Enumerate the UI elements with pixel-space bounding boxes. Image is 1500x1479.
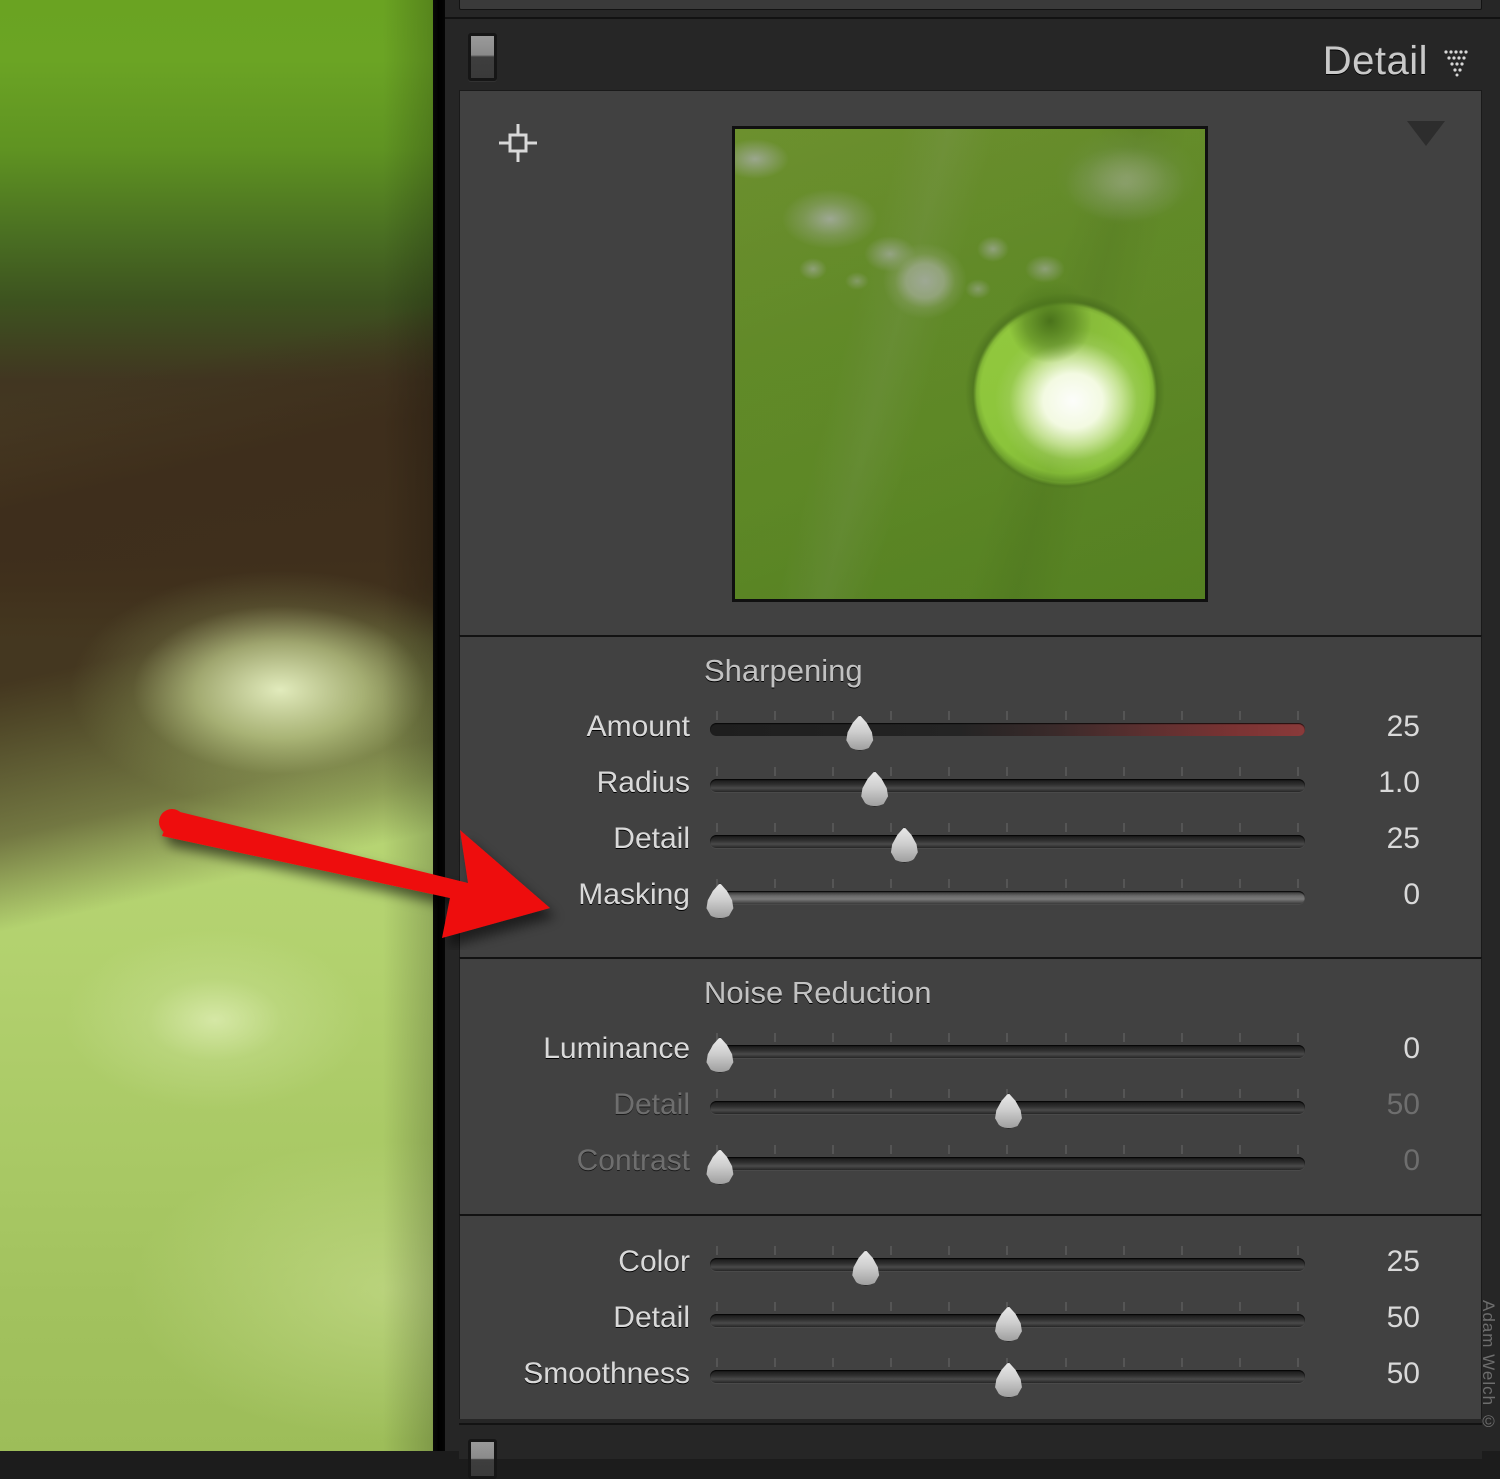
photo-panel-divider [433, 0, 445, 1451]
previous-panel-sliver [459, 0, 1482, 10]
slider-value-color[interactable]: 25 [1320, 1245, 1420, 1279]
detail-panel: Detail Sharpening Amount 25 Radius 1.0 D… [445, 0, 1500, 1479]
slider-row-color[interactable]: Color 25 [460, 1234, 1481, 1290]
slider-track-amount[interactable] [710, 723, 1305, 736]
slider-control-luminance-contrast[interactable] [706, 1133, 1305, 1189]
photographer-watermark: Adam Welch © [1479, 1300, 1498, 1432]
slider-knob-radius[interactable] [861, 771, 889, 807]
slider-control-amount[interactable] [710, 699, 1305, 755]
panel-enable-switch[interactable] [468, 33, 497, 81]
page-title: Detail [1322, 39, 1428, 83]
section-heading-sharpening: Sharpening [704, 653, 863, 688]
slider-knob-masking[interactable] [706, 883, 734, 919]
slider-control-sharpen-detail[interactable] [710, 811, 1305, 867]
slider-label-radius: Radius [596, 766, 690, 799]
color-noise-section: Color 25 Detail 50 Smoothness 50 [459, 1214, 1482, 1422]
slider-row-luminance-contrast[interactable]: Contrast 0 [460, 1133, 1481, 1189]
slider-label-luminance-contrast: Contrast [576, 1144, 690, 1177]
slider-row-smoothness[interactable]: Smoothness 50 [460, 1346, 1481, 1402]
slider-track-luminance-contrast[interactable] [710, 1157, 1305, 1170]
slider-track-sharpen-detail[interactable] [710, 835, 1305, 848]
dotted-triangle-icon[interactable] [1442, 47, 1472, 77]
slider-track-luminance[interactable] [710, 1045, 1305, 1058]
slider-label-masking: Masking [578, 878, 690, 911]
noise-reduction-section: Noise Reduction Luminance 0 Detail 50 Co… [459, 957, 1482, 1217]
slider-control-luminance[interactable] [706, 1021, 1305, 1077]
slider-value-luminance[interactable]: 0 [1320, 1032, 1420, 1066]
slider-control-smoothness[interactable] [710, 1346, 1305, 1402]
section-heading-noise-reduction: Noise Reduction [704, 975, 932, 1010]
slider-row-sharpen-detail[interactable]: Detail 25 [460, 811, 1481, 867]
slider-label-luminance: Luminance [543, 1032, 690, 1065]
slider-knob-luminance-detail[interactable] [995, 1093, 1022, 1129]
slider-control-color-detail[interactable] [710, 1290, 1305, 1346]
slider-value-radius[interactable]: 1.0 [1320, 766, 1420, 800]
detail-preview-thumbnail[interactable] [732, 126, 1208, 602]
slider-control-radius[interactable] [710, 755, 1305, 811]
slider-control-color[interactable] [710, 1234, 1305, 1290]
slider-row-luminance[interactable]: Luminance 0 [460, 1021, 1481, 1077]
panel-bottom-divider [459, 1423, 1482, 1425]
slider-track-masking[interactable] [710, 891, 1305, 904]
slider-label-color: Color [618, 1245, 690, 1278]
slider-label-color-detail: Detail [613, 1301, 690, 1334]
slider-row-masking[interactable]: Masking 0 [460, 867, 1481, 923]
slider-track-color[interactable] [710, 1258, 1305, 1271]
triangle-down-icon[interactable] [1407, 121, 1445, 146]
panel-top-divider [445, 17, 1500, 19]
slider-ticks [716, 1246, 1299, 1255]
slider-control-luminance-detail[interactable] [710, 1077, 1305, 1133]
target-loupe-icon[interactable] [496, 121, 540, 165]
slider-knob-luminance-contrast[interactable] [706, 1149, 734, 1185]
slider-row-luminance-detail[interactable]: Detail 50 [460, 1077, 1481, 1133]
photo-canvas[interactable] [0, 0, 445, 1451]
slider-track-radius[interactable] [710, 779, 1305, 792]
slider-control-masking[interactable] [706, 867, 1305, 923]
slider-knob-color[interactable] [852, 1250, 880, 1286]
slider-value-masking[interactable]: 0 [1320, 878, 1420, 912]
slider-row-color-detail[interactable]: Detail 50 [460, 1290, 1481, 1346]
photo-edge-vignette [0, 0, 445, 1451]
slider-ticks [716, 1033, 1299, 1042]
slider-ticks [716, 823, 1299, 832]
slider-value-smoothness[interactable]: 50 [1320, 1357, 1420, 1391]
slider-value-luminance-contrast[interactable]: 0 [1320, 1144, 1420, 1178]
slider-row-amount[interactable]: Amount 25 [460, 699, 1481, 755]
slider-label-smoothness: Smoothness [523, 1357, 690, 1390]
sharpening-section: Sharpening Amount 25 Radius 1.0 Detail 2… [459, 635, 1482, 960]
slider-value-amount[interactable]: 25 [1320, 710, 1420, 744]
slider-ticks [716, 1145, 1299, 1154]
slider-label-amount: Amount [586, 710, 690, 743]
next-panel-sliver [459, 1419, 1482, 1479]
slider-knob-amount[interactable] [846, 715, 874, 751]
slider-knob-sharpen-detail[interactable] [890, 827, 918, 863]
slider-value-sharpen-detail[interactable]: 25 [1320, 822, 1420, 856]
slider-row-radius[interactable]: Radius 1.0 [460, 755, 1481, 811]
slider-knob-luminance[interactable] [706, 1037, 734, 1073]
slider-knob-color-detail[interactable] [995, 1306, 1022, 1342]
slider-label-luminance-detail: Detail [613, 1088, 690, 1121]
slider-ticks [716, 711, 1299, 720]
thumb-droplet-large [735, 129, 1205, 599]
detail-panel-header: Detail [445, 21, 1500, 87]
slider-ticks [716, 879, 1299, 888]
slider-value-luminance-detail[interactable]: 50 [1320, 1088, 1420, 1122]
lightroom-develop-window: Detail Sharpening Amount 25 Radius 1.0 D… [0, 0, 1500, 1479]
detail-preview-card [459, 90, 1482, 636]
slider-ticks [716, 767, 1299, 776]
next-panel-enable-switch[interactable] [468, 1439, 497, 1479]
slider-label-sharpen-detail: Detail [613, 822, 690, 855]
slider-knob-smoothness[interactable] [995, 1362, 1022, 1398]
slider-value-color-detail[interactable]: 50 [1320, 1301, 1420, 1335]
